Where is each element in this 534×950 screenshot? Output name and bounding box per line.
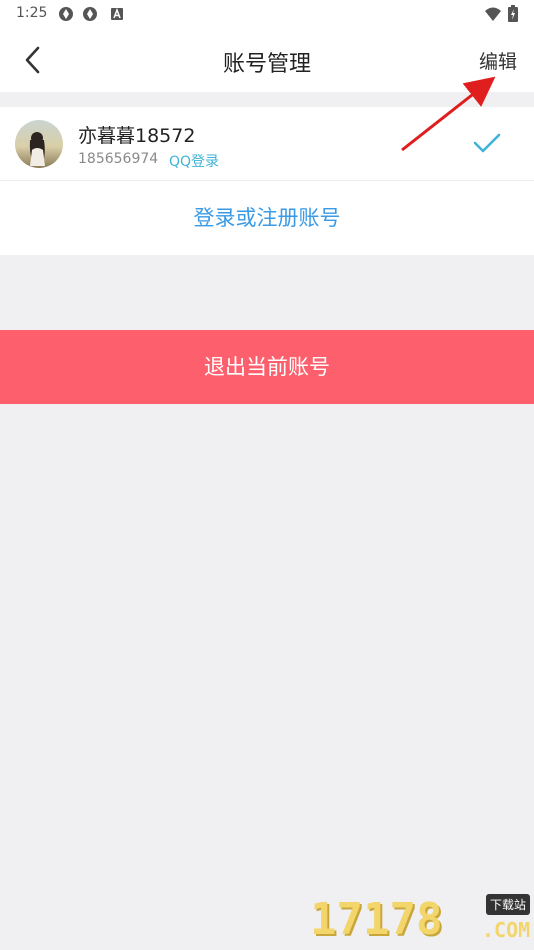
aperture-icon (59, 7, 73, 21)
aperture-icon (83, 7, 97, 21)
edit-button[interactable]: 编辑 (479, 47, 517, 74)
login-or-register-button[interactable]: 登录或注册账号 (0, 181, 534, 255)
account-item[interactable]: 亦暮暮18572 185656974 QQ登录 (0, 107, 534, 180)
checkmark-icon (473, 133, 501, 153)
avatar (15, 120, 63, 168)
logout-button[interactable]: 退出当前账号 (0, 330, 534, 404)
notification-a-icon (111, 7, 123, 20)
header: 账号管理 编辑 (0, 28, 534, 92)
page-title: 账号管理 (222, 52, 311, 77)
avatar-image (15, 120, 63, 168)
login-type-label: QQ登录 (169, 154, 220, 170)
watermark-badge: 下载站 (486, 894, 531, 915)
status-time: 1:25 (16, 5, 48, 21)
battery-charging-icon (508, 5, 518, 22)
account-name: 亦暮暮18572 (78, 125, 196, 147)
watermark-digits: 17178 (310, 894, 443, 945)
account-uid: 185656974 (78, 151, 159, 167)
wifi-icon (485, 7, 501, 21)
status-bar: 1:25 (0, 0, 534, 28)
account-list: 亦暮暮18572 185656974 QQ登录 登录或注册账号 (0, 107, 534, 255)
watermark-logo: 17178 下载站 .COM (310, 888, 534, 950)
watermark-suffix: .COM (482, 918, 531, 942)
